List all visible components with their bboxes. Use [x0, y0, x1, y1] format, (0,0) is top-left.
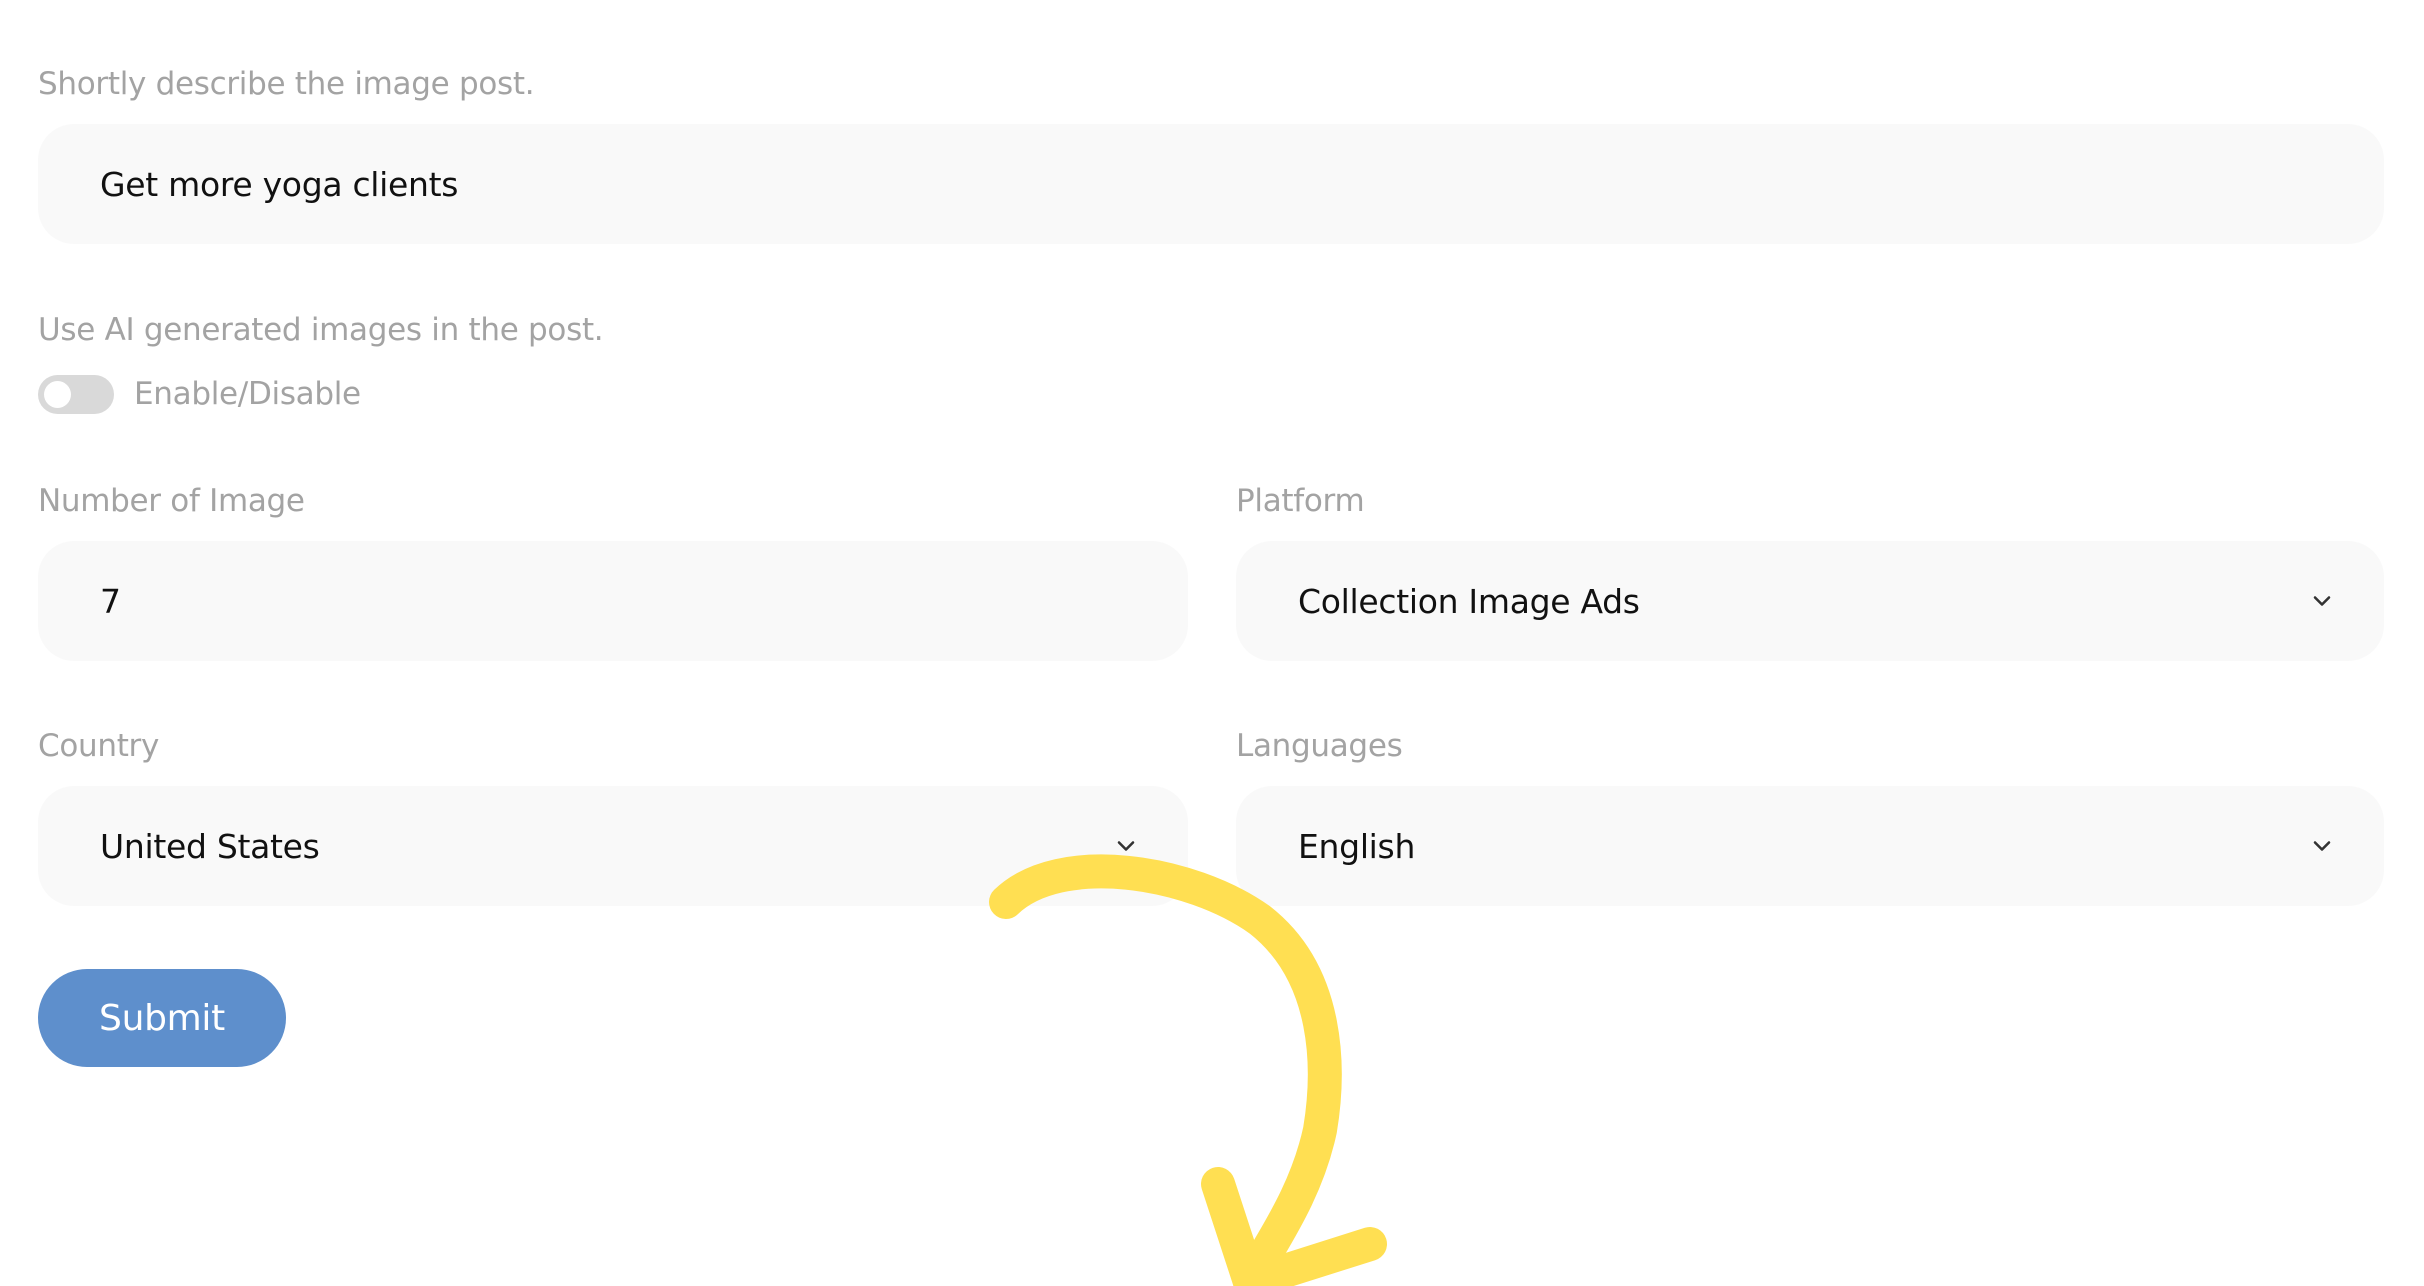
description-input-value: Get more yoga clients [100, 164, 459, 204]
chevron-down-icon [1117, 841, 1135, 851]
description-input[interactable]: Get more yoga clients [38, 124, 2384, 244]
ai-images-toggle[interactable] [38, 375, 114, 414]
chevron-down-icon [2313, 596, 2331, 606]
platform-label: Platform [1236, 483, 1365, 519]
platform-selected-value: Collection Image Ads [1298, 581, 1640, 621]
country-select[interactable]: United States [38, 786, 1188, 906]
country-selected-value: United States [100, 826, 320, 866]
languages-label: Languages [1236, 728, 1403, 764]
languages-select[interactable]: English [1236, 786, 2384, 906]
number-of-image-input[interactable]: 7 [38, 541, 1188, 661]
chevron-down-icon [2313, 841, 2331, 851]
country-label: Country [38, 728, 160, 764]
languages-selected-value: English [1298, 826, 1416, 866]
description-label: Shortly describe the image post. [38, 66, 535, 102]
number-of-image-label: Number of Image [38, 483, 305, 519]
submit-button[interactable]: Submit [38, 969, 286, 1067]
platform-select[interactable]: Collection Image Ads [1236, 541, 2384, 661]
number-of-image-value: 7 [100, 581, 121, 621]
toggle-knob [44, 381, 71, 408]
toggle-label: Enable/Disable [134, 376, 361, 412]
ai-images-label: Use AI generated images in the post. [38, 312, 604, 348]
